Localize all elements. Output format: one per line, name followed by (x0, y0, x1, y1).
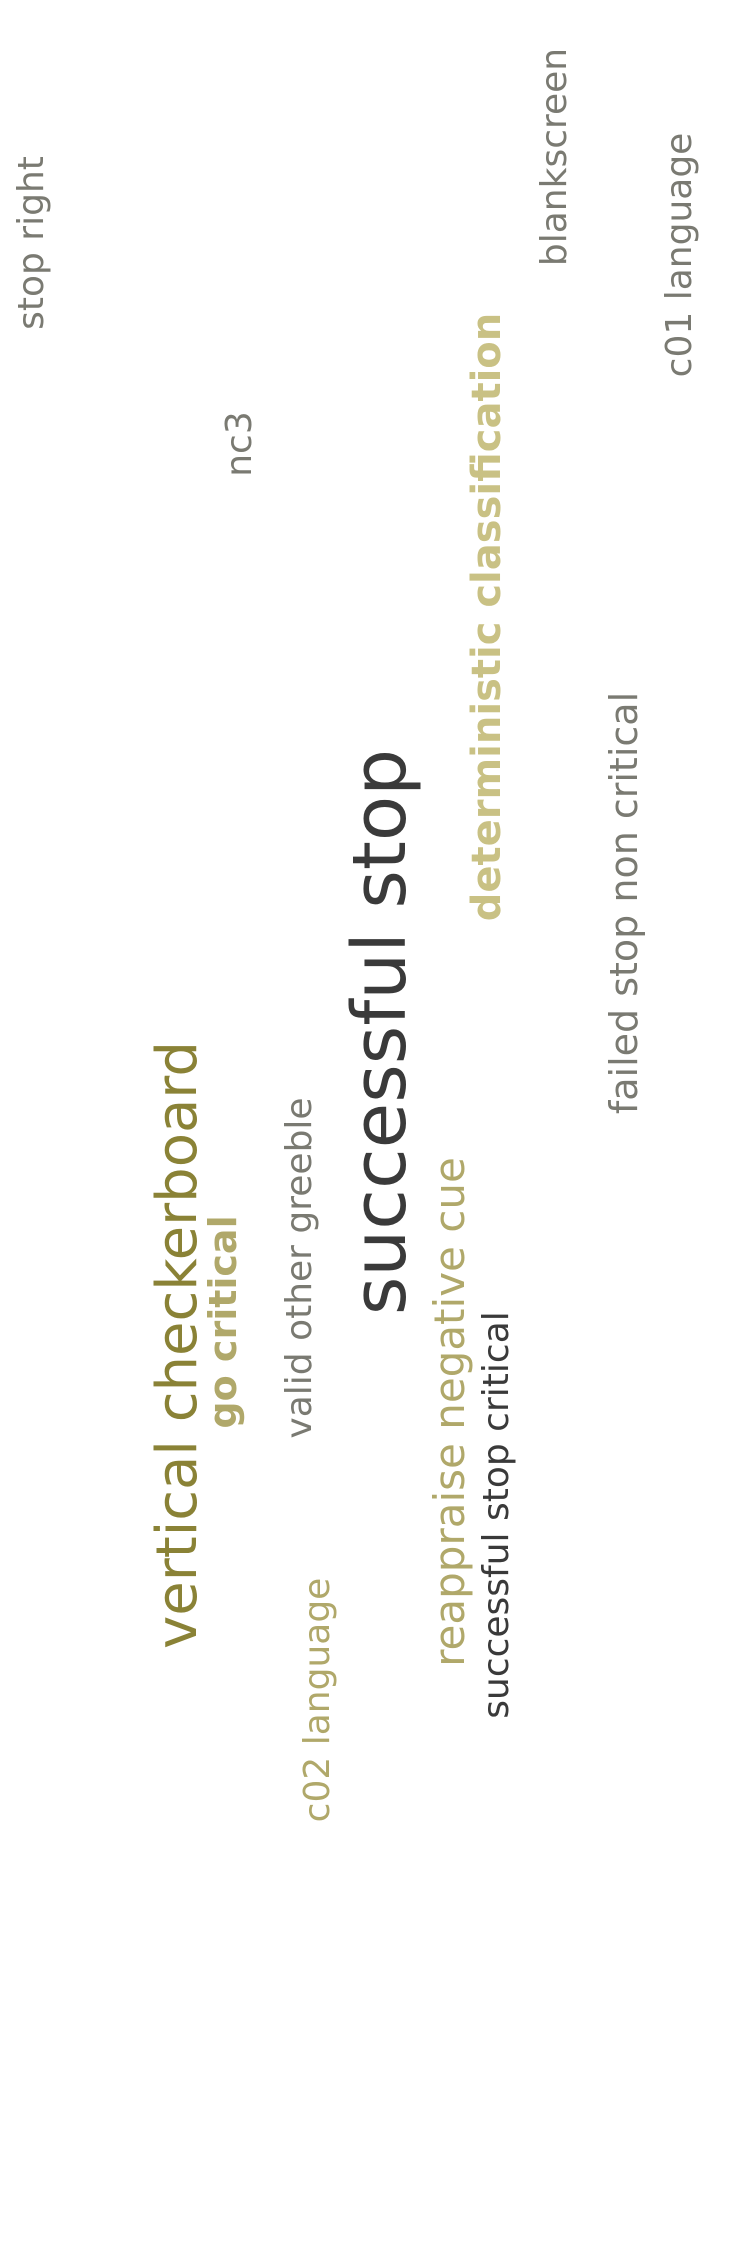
word-nc3: nc3 (219, 411, 260, 477)
word-c01-language: c01 language (659, 132, 700, 378)
word-deterministic-classification: deterministic classification (464, 312, 510, 922)
word-failed-stop-non-critical: failed stop non critical (602, 691, 646, 1115)
word-go-critical: go critical (201, 1215, 245, 1429)
word-cloud: stop right blankscreen c01 language nc3 … (0, 0, 750, 2250)
word-blankscreen: blankscreen (534, 47, 575, 267)
word-valid-other-greeble: valid other greeble (279, 1097, 320, 1439)
word-c02-language: c02 language (297, 1577, 338, 1823)
word-successful-stop-critical: successful stop critical (476, 1311, 517, 1719)
word-vertical-checkerboard: vertical checkerboard (145, 1041, 210, 1649)
word-reappraise-negative-cue: reappraise negative cue (425, 1157, 474, 1667)
word-successful-stop: successful stop (337, 748, 423, 1316)
word-stop-right: stop right (11, 156, 52, 330)
